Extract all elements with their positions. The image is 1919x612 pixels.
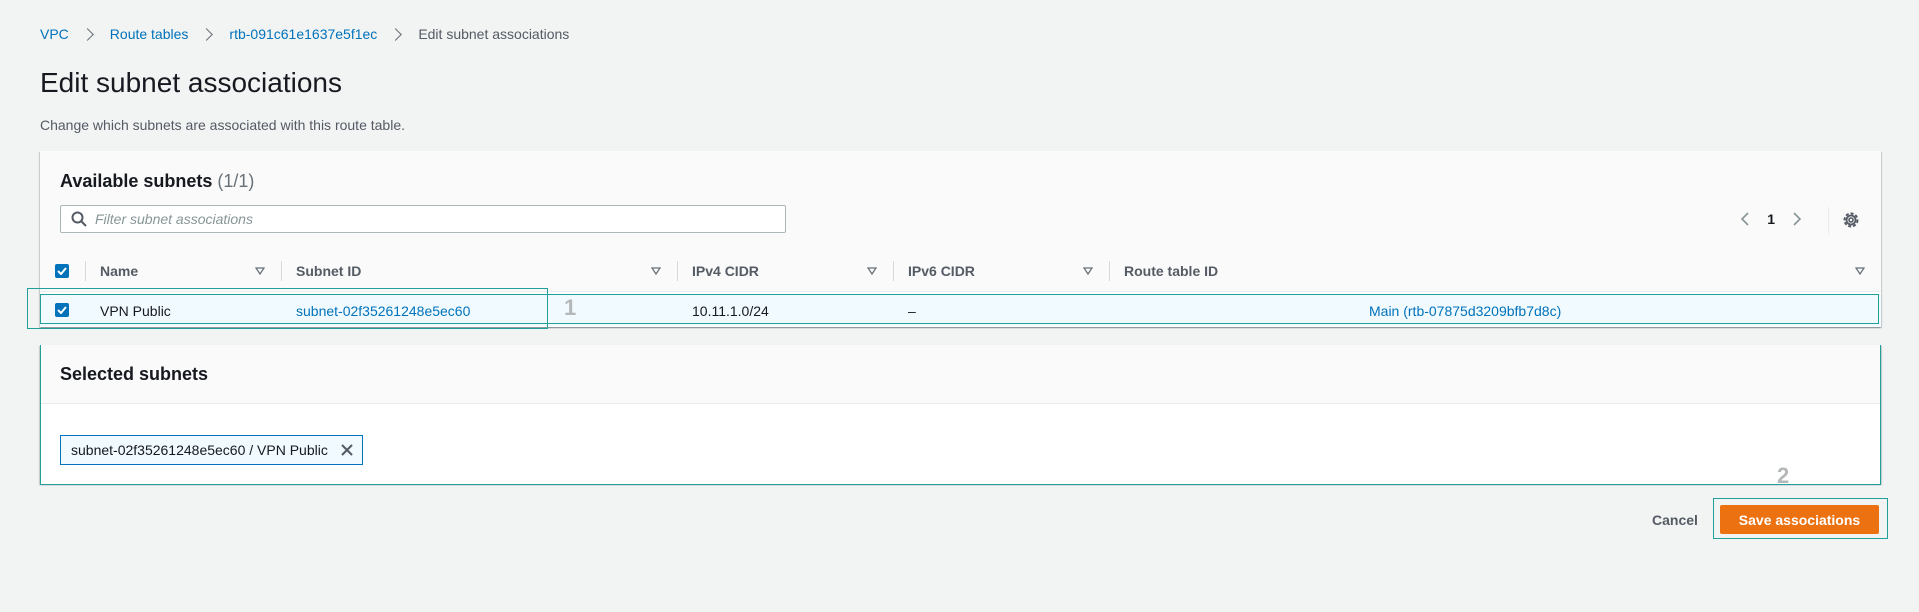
select-all-checkbox[interactable]	[55, 264, 69, 278]
table-header: Name Subnet ID IPv4 CIDR IPv6 CIDR Route…	[40, 251, 1881, 292]
close-icon[interactable]	[340, 443, 354, 457]
divider	[281, 261, 282, 281]
available-subnets-heading: Available subnets	[60, 171, 213, 191]
cell-subnet-id-link[interactable]: subnet-02f35261248e5ec60	[296, 295, 470, 326]
search-icon	[69, 209, 89, 229]
column-header-route-table-id[interactable]: Route table ID	[1124, 251, 1866, 291]
breadcrumb-route-table-id[interactable]: rtb-091c61e1637e5f1ec	[229, 26, 377, 42]
column-label: IPv6 CIDR	[908, 263, 975, 279]
divider	[1109, 261, 1110, 281]
row-checkbox[interactable]	[55, 303, 69, 317]
breadcrumb: VPC Route tables rtb-091c61e1637e5f1ec E…	[40, 26, 569, 42]
cell-ipv4-cidr: 10.11.1.0/24	[692, 302, 769, 319]
gear-icon[interactable]	[1841, 210, 1861, 230]
breadcrumb-current: Edit subnet associations	[418, 26, 570, 42]
cell-route-table-id-link[interactable]: Main (rtb-07875d3209bfb7d8c)	[1369, 295, 1561, 326]
page-number[interactable]: 1	[1767, 211, 1775, 227]
sort-icon[interactable]	[254, 265, 266, 277]
page-description: Change which subnets are associated with…	[40, 117, 405, 133]
divider	[1828, 207, 1829, 235]
panel-header	[40, 345, 1881, 404]
column-header-ipv6-cidr[interactable]: IPv6 CIDR	[908, 251, 1094, 291]
sort-icon[interactable]	[1082, 265, 1094, 277]
chevron-right-icon[interactable]	[1787, 209, 1807, 229]
sort-icon[interactable]	[1854, 265, 1866, 277]
divider	[85, 261, 86, 281]
cell-ipv6-cidr: –	[908, 302, 916, 319]
available-subnets-count: (1/1)	[217, 171, 255, 191]
breadcrumb-vpc[interactable]: VPC	[40, 26, 69, 42]
chevron-left-icon[interactable]	[1735, 209, 1755, 229]
chevron-right-icon	[80, 27, 94, 41]
save-associations-button[interactable]: Save associations	[1720, 505, 1879, 534]
annotation-step-1: 1	[564, 295, 577, 320]
column-header-ipv4-cidr[interactable]: IPv4 CIDR	[692, 251, 878, 291]
divider	[677, 261, 678, 281]
chevron-right-icon	[389, 27, 403, 41]
column-label: Name	[100, 263, 139, 279]
panel-header	[40, 151, 1881, 252]
breadcrumb-route-tables[interactable]: Route tables	[110, 26, 189, 42]
filter-input[interactable]	[89, 210, 777, 228]
page-title: Edit subnet associations	[40, 67, 342, 98]
annotation-step-2: 2	[1777, 463, 1790, 488]
column-header-name[interactable]: Name	[100, 251, 266, 291]
column-label: IPv4 CIDR	[692, 263, 759, 279]
column-header-subnet-id[interactable]: Subnet ID	[296, 251, 662, 291]
chevron-right-icon	[200, 27, 214, 41]
sort-icon[interactable]	[650, 265, 662, 277]
cell-name: VPN Public	[100, 302, 171, 319]
column-label: Route table ID	[1124, 263, 1219, 279]
column-label: Subnet ID	[296, 263, 362, 279]
token-label: subnet-02f35261248e5ec60 / VPN Public	[71, 442, 328, 458]
table-row[interactable]: VPN Public subnet-02f35261248e5ec60 10.1…	[40, 295, 1881, 326]
available-subnets-title: Available subnets (1/1)	[60, 171, 254, 192]
selected-subnets-panel: Selected subnets subnet-02f35261248e5ec6…	[40, 345, 1881, 484]
selected-subnets-title: Selected subnets	[60, 364, 209, 384]
filter-box[interactable]	[60, 205, 786, 233]
page: VPC Route tables rtb-091c61e1637e5f1ec E…	[0, 0, 1919, 612]
selected-subnet-token: subnet-02f35261248e5ec60 / VPN Public	[60, 435, 363, 465]
cancel-button[interactable]: Cancel	[1632, 506, 1718, 534]
available-subnets-panel: Available subnets (1/1) 1	[40, 151, 1881, 327]
sort-icon[interactable]	[866, 265, 878, 277]
divider	[893, 261, 894, 281]
pagination: 1	[1735, 209, 1807, 229]
